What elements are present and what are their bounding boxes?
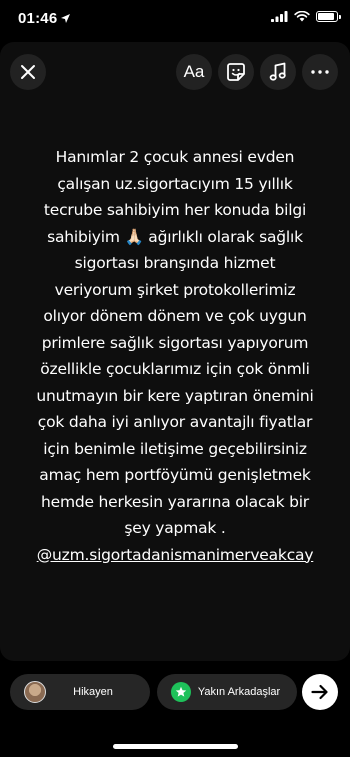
status-icons [271, 11, 341, 22]
arrow-right-icon [311, 684, 328, 700]
share-to-your-story-button[interactable]: Hikayen [10, 674, 150, 710]
wifi-icon [294, 11, 310, 22]
your-story-label: Hikayen [73, 686, 113, 698]
battery-icon [316, 11, 341, 22]
close-friends-label: Yakın Arkadaşlar [197, 686, 281, 698]
signal-icon [271, 11, 288, 22]
story-text-line: veriyorum şirket protokollerimiz [54, 280, 296, 299]
star-icon [171, 682, 191, 702]
location-arrow-icon [61, 14, 70, 23]
status-time: 01:46 [18, 10, 58, 27]
avatar [24, 681, 46, 703]
close-button[interactable] [10, 54, 46, 90]
account-mention[interactable]: @uzm.sigortadanismanimerveakcay [28, 542, 322, 569]
close-icon [21, 65, 35, 79]
home-indicator [113, 744, 238, 749]
story-text-line: şey yapmak . [124, 519, 226, 537]
story-text-line: sahibiyim 🙏🏻 ağırlıklı olarak sağlık [47, 227, 303, 246]
story-text-line: çalışan uz.sigortacıyım 15 yıllık [57, 174, 293, 193]
send-button[interactable] [302, 674, 338, 710]
status-bar: 01:46 [0, 0, 350, 40]
story-text-line: Hanımlar 2 çocuk annesi evden [55, 148, 295, 166]
story-text-line: amaç hem portföyümü genişletmek [39, 466, 311, 484]
story-text-line: olıyor dönem dönem ve çok uygun [43, 307, 307, 325]
story-text-line: için benimle iletişime geçebilirsiniz [43, 439, 307, 458]
story-editor-canvas[interactable]: Aa Hanımlar 2 çocuk annesi evden çalışan… [0, 42, 350, 661]
text-tool-button[interactable]: Aa [176, 54, 212, 90]
more-dots-icon [311, 70, 329, 74]
story-text-line: primlere sağlık sigortası yapıyorum [41, 333, 309, 352]
story-text-line: tecrube sahibiyim her konuda bilgi [43, 201, 307, 219]
sticker-icon [227, 63, 245, 81]
share-to-close-friends-button[interactable]: Yakın Arkadaşlar [157, 674, 297, 710]
story-text-line: sigortası branşında hizmet [74, 254, 276, 272]
story-text-line: unutmayın bir kere yaptıran önemini [36, 386, 314, 405]
story-text-line: özellikle çocuklarımız için çok önmli [40, 360, 310, 378]
text-tool-icon: Aa [183, 62, 205, 81]
story-text-line: çok daha iyi anlıyor avantajlı fiyatlar [37, 413, 313, 431]
story-text-block[interactable]: Hanımlar 2 çocuk annesi evden çalışan uz… [28, 144, 322, 568]
sticker-button[interactable] [218, 54, 254, 90]
more-options-button[interactable] [302, 54, 338, 90]
music-note-icon [269, 62, 286, 81]
music-button[interactable] [260, 54, 296, 90]
story-text-line: hemde herkesin yararına olacak bir [41, 492, 309, 511]
